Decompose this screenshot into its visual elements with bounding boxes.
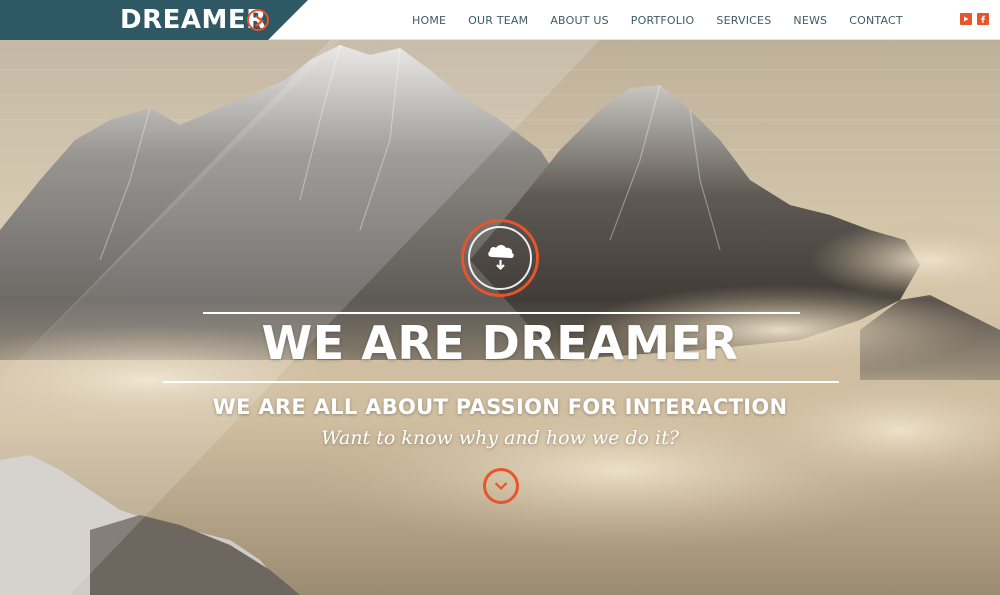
nav-services[interactable]: SERVICES	[716, 14, 771, 27]
hero-subheadline: WE ARE ALL ABOUT PASSION FOR INTERACTION	[212, 395, 788, 419]
nav-news[interactable]: NEWS	[793, 14, 827, 27]
headline-rule-bottom	[163, 381, 839, 383]
youtube-icon[interactable]	[960, 13, 972, 25]
logo-text: DREAMER	[120, 5, 267, 35]
headline-rule-top	[203, 312, 800, 314]
nav-contact[interactable]: CONTACT	[849, 14, 903, 27]
cloud-download-badge[interactable]	[461, 219, 539, 297]
site-header: DREAMER HOME OUR TEAM ABOUT US PORTFOLIO…	[0, 0, 1000, 40]
nav-home[interactable]: HOME	[412, 14, 446, 27]
hero-background	[0, 0, 1000, 595]
main-nav: HOME OUR TEAM ABOUT US PORTFOLIO SERVICE…	[412, 0, 925, 40]
logo[interactable]: DREAMER	[0, 0, 308, 40]
hero-headline: WE ARE DREAMER	[261, 316, 739, 370]
nav-portfolio[interactable]: PORTFOLIO	[631, 14, 695, 27]
social-links	[960, 13, 994, 25]
nav-about-us[interactable]: ABOUT US	[550, 14, 608, 27]
cloud-download-icon	[488, 245, 514, 271]
nav-our-team[interactable]: OUR TEAM	[468, 14, 528, 27]
chevron-down-icon	[494, 482, 508, 491]
mountain-scenery-image	[0, 0, 1000, 595]
facebook-icon[interactable]	[977, 13, 989, 25]
chevron-right-circle-icon	[247, 9, 269, 31]
hero-tagline: Want to know why and how we do it?	[321, 427, 679, 449]
scroll-down-button[interactable]	[483, 468, 519, 504]
